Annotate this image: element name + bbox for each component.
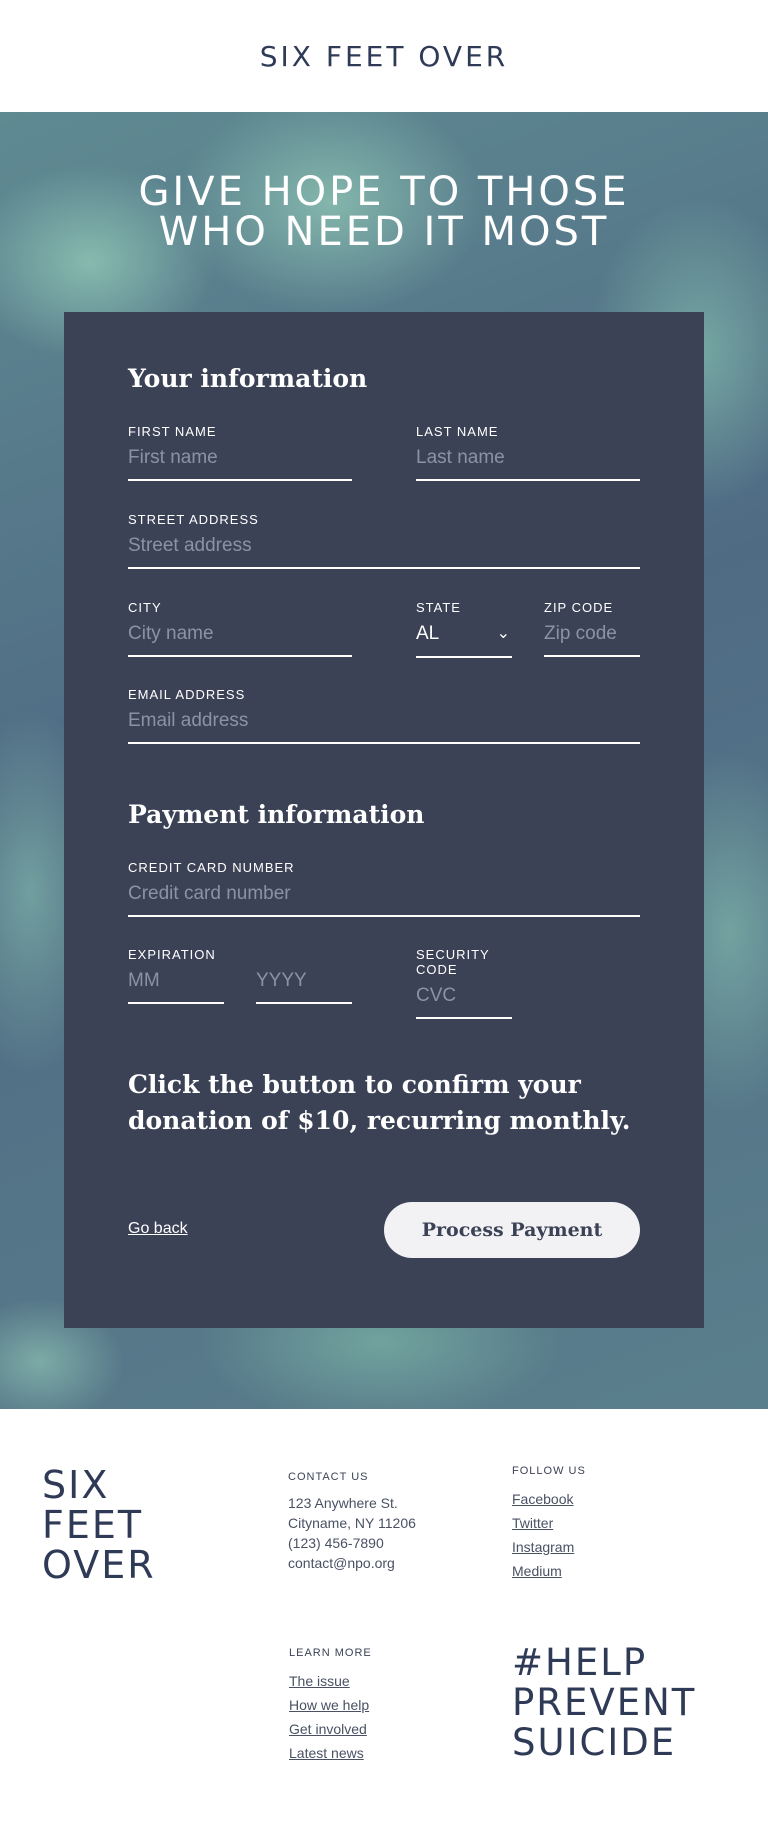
brand-logo[interactable]: SIX FEET OVER <box>260 40 508 73</box>
contact-address-line-1: 123 Anywhere St. <box>288 1495 398 1511</box>
footer: SIX FEET OVER CONTACT US 123 Anywhere St… <box>0 1409 768 1835</box>
state-select[interactable]: AL ⌄ <box>416 621 512 658</box>
confirmation-text: Click the button to confirm your donatio… <box>128 1070 631 1135</box>
learn-more-heading: LEARN MORE <box>289 1647 372 1659</box>
contact-address-line-2: Cityname, NY 11206 <box>288 1515 416 1531</box>
how-we-help-link[interactable]: How we help <box>289 1693 372 1717</box>
hero-title-line-1: GIVE HOPE TO THOSE <box>138 169 630 215</box>
footer-logo-line-1: SIX <box>42 1463 110 1507</box>
zip-code-input[interactable] <box>544 621 640 657</box>
credit-card-input[interactable] <box>128 881 640 917</box>
city-field: CITY <box>128 600 352 657</box>
hashtag-line-3: SUICIDE <box>512 1721 677 1764</box>
hero-title-line-2: WHO NEED IT MOST <box>158 209 610 255</box>
hashtag-slogan: #HELP PREVENT SUICIDE <box>512 1643 696 1763</box>
zip-code-field: ZIP CODE <box>544 600 640 657</box>
footer-logo-line-2: FEET <box>42 1503 144 1547</box>
city-input[interactable] <box>128 621 352 657</box>
state-label: STATE <box>416 600 461 615</box>
top-header: SIX FEET OVER <box>0 0 768 112</box>
security-code-input[interactable] <box>416 983 512 1019</box>
contact-email: contact@npo.org <box>288 1555 395 1571</box>
state-field: STATE AL ⌄ <box>416 600 512 658</box>
first-name-input[interactable] <box>128 445 352 481</box>
street-address-label: STREET ADDRESS <box>128 512 259 527</box>
expiration-label: EXPIRATION <box>128 947 216 962</box>
contact-us-heading: CONTACT US <box>288 1471 369 1483</box>
latest-news-link[interactable]: Latest news <box>289 1741 372 1765</box>
contact-us-section: CONTACT US 123 Anywhere St. Cityname, NY… <box>288 1471 416 1573</box>
instagram-link[interactable]: Instagram <box>512 1535 586 1559</box>
your-information-heading: Your information <box>128 364 368 393</box>
email-input[interactable] <box>128 708 640 744</box>
first-name-field: FIRST NAME <box>128 424 352 481</box>
hashtag-line-1: #HELP <box>512 1641 648 1684</box>
security-code-label: SECURITY CODE <box>416 947 490 977</box>
street-address-field: STREET ADDRESS <box>128 512 640 569</box>
facebook-link[interactable]: Facebook <box>512 1487 586 1511</box>
street-address-input[interactable] <box>128 533 640 569</box>
hashtag-line-2: PREVENT <box>512 1681 697 1724</box>
footer-logo[interactable]: SIX FEET OVER <box>42 1465 156 1585</box>
medium-link[interactable]: Medium <box>512 1559 586 1583</box>
expiration-year-input[interactable] <box>256 968 352 1004</box>
go-back-link[interactable]: Go back <box>128 1220 188 1238</box>
last-name-field: LAST NAME <box>416 424 640 481</box>
email-label: EMAIL ADDRESS <box>128 687 246 702</box>
contact-phone: (123) 456-7890 <box>288 1535 384 1551</box>
zip-code-label: ZIP CODE <box>544 600 614 615</box>
credit-card-field: CREDIT CARD NUMBER <box>128 860 640 917</box>
learn-more-section: LEARN MORE The issue How we help Get inv… <box>289 1647 372 1765</box>
expiration-field: EXPIRATION <box>128 947 352 1004</box>
get-involved-link[interactable]: Get involved <box>289 1717 372 1741</box>
security-code-field: SECURITY CODE <box>416 947 512 1019</box>
expiration-month-input[interactable] <box>128 968 224 1004</box>
last-name-label: LAST NAME <box>416 424 499 439</box>
credit-card-label: CREDIT CARD NUMBER <box>128 860 295 875</box>
twitter-link[interactable]: Twitter <box>512 1511 586 1535</box>
footer-logo-line-3: OVER <box>42 1543 156 1587</box>
follow-us-section: FOLLOW US Facebook Twitter Instagram Med… <box>512 1465 586 1583</box>
process-payment-button[interactable]: Process Payment <box>384 1202 640 1258</box>
follow-us-heading: FOLLOW US <box>512 1465 586 1477</box>
first-name-label: FIRST NAME <box>128 424 217 439</box>
last-name-input[interactable] <box>416 445 640 481</box>
chevron-down-icon: ⌄ <box>496 625 510 642</box>
email-field: EMAIL ADDRESS <box>128 687 640 744</box>
hero-title: GIVE HOPE TO THOSE WHO NEED IT MOST <box>0 172 768 252</box>
city-label: CITY <box>128 600 162 615</box>
payment-information-heading: Payment information <box>128 800 425 829</box>
the-issue-link[interactable]: The issue <box>289 1669 372 1693</box>
hero-section: GIVE HOPE TO THOSE WHO NEED IT MOST Your… <box>0 112 768 1409</box>
state-value: AL <box>416 623 440 644</box>
donation-form: Your information FIRST NAME LAST NAME ST… <box>64 312 704 1328</box>
